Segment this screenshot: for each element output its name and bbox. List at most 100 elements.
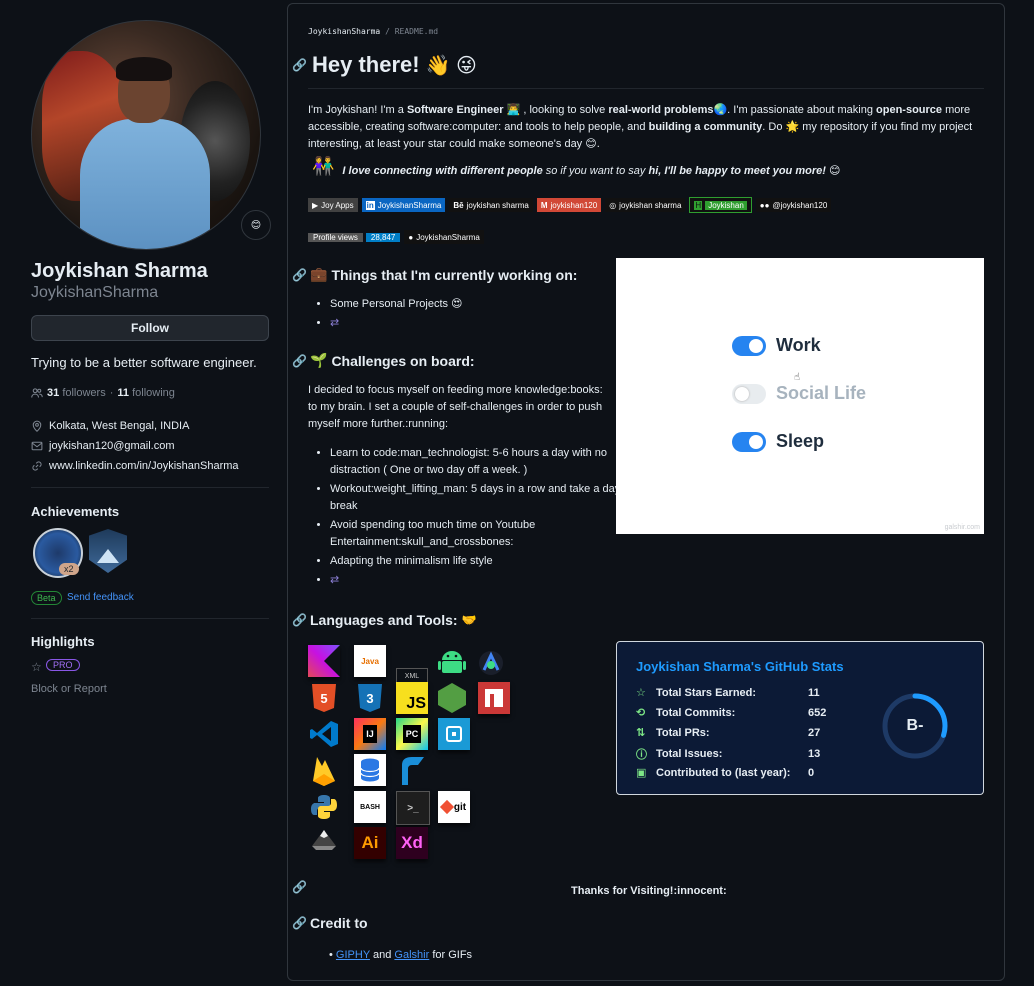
intro-paragraph: I'm Joykishan! I'm a Software Engineer 👨… xyxy=(308,104,973,150)
firebase-icon[interactable] xyxy=(308,754,340,786)
location-icon xyxy=(31,420,43,432)
avatar[interactable] xyxy=(31,20,261,250)
sleep-toggle xyxy=(732,432,766,452)
html5-icon[interactable]: 5 xyxy=(308,682,340,714)
bash-icon[interactable]: BASH xyxy=(354,791,386,823)
list-item: Some Personal Projects 😍 xyxy=(330,296,620,313)
list-item: Learn to code:man_technologist: 5-6 hour… xyxy=(330,445,632,479)
database-icon[interactable] xyxy=(354,754,386,786)
npm-icon[interactable] xyxy=(478,682,510,714)
anchor-link-icon[interactable]: 🔗 xyxy=(292,354,307,368)
android-studio-icon[interactable] xyxy=(478,650,504,676)
work-toggle xyxy=(732,336,766,356)
nodejs-icon[interactable] xyxy=(436,682,468,714)
giphy-link[interactable]: GIPHY xyxy=(336,949,370,961)
rank-grade: B- xyxy=(906,717,924,734)
list-item: Adapting the minimalism life style xyxy=(330,553,632,570)
profile-username: JoykishanSharma xyxy=(31,284,159,301)
following-link[interactable]: 11 following xyxy=(117,387,175,399)
inkscape-icon[interactable] xyxy=(308,827,340,859)
social-life-label: Social Life xyxy=(776,383,867,403)
badge-stackshare[interactable]: ◎ joykishan sharma xyxy=(605,198,686,212)
galshir-link[interactable]: Galshir xyxy=(394,949,429,961)
kotlin-icon[interactable] xyxy=(308,645,340,677)
github-icon: ● xyxy=(408,232,414,242)
illustrator-icon[interactable]: Ai xyxy=(354,827,386,859)
cursor-icon: ☝ xyxy=(794,372,801,383)
badge-hackerrank[interactable]: H Joykishan xyxy=(689,197,752,213)
medium-icon: ●● xyxy=(759,200,770,210)
achievement-badge-yolo[interactable] xyxy=(89,529,127,573)
credit-list-item: • GIPHY and Galshir for GIFs xyxy=(329,949,473,961)
anchor-link-icon[interactable]: 🔗 xyxy=(292,58,307,72)
profile-bio: Trying to be a better software engineer. xyxy=(31,355,257,370)
status-button[interactable]: 😊 xyxy=(241,210,271,240)
anchor-link-icon[interactable]: 🔗 xyxy=(292,916,307,930)
intellij-icon[interactable]: IJ xyxy=(354,718,386,750)
linkedin-icon: in xyxy=(365,200,375,210)
arrows-gif-icon: ⇄ xyxy=(330,574,340,586)
badge-github[interactable]: ● JoykishanSharma xyxy=(404,230,484,244)
python-icon[interactable] xyxy=(308,791,340,823)
stat-row: ▣ Contributed to (last year): 0 xyxy=(636,766,815,780)
profile-views-badge: Profile views 28,847 xyxy=(308,230,401,244)
adobe-xd-icon[interactable]: Xd xyxy=(396,827,428,859)
behance-icon: Bē xyxy=(453,200,464,210)
working-heading: 🔗 💼 Things that I'm currently working on: xyxy=(292,266,578,283)
thanks-text: Thanks for Visiting!:innocent: xyxy=(571,885,727,897)
challenges-list: Learn to code:man_technologist: 5-6 hour… xyxy=(308,445,632,591)
badge-behance[interactable]: Bē joykishan sharma xyxy=(449,198,533,212)
java-icon[interactable]: Java xyxy=(354,645,386,677)
block-or-report-link[interactable]: Block or Report xyxy=(31,683,107,695)
pycharm-icon[interactable]: PC xyxy=(396,718,428,750)
badge-medium[interactable]: ●● @joykishan120 xyxy=(755,198,832,212)
divider xyxy=(31,618,269,619)
pro-badge: PRO xyxy=(46,659,80,671)
work-label: Work xyxy=(776,335,821,355)
anchor-link-icon[interactable]: 🔗 xyxy=(292,268,307,282)
follow-counts: 31 followers · 11 following xyxy=(31,387,175,399)
toggle-animation-gif: Work Social Life Sleep ☝ galshir.com xyxy=(616,258,984,534)
location-row: Kolkata, West Bengal, INDIA xyxy=(31,420,189,432)
badge-linkedin[interactable]: in JoykishanSharma xyxy=(361,198,446,212)
git-icon[interactable]: git xyxy=(438,791,470,823)
working-list: Some Personal Projects 😍 ⇄ xyxy=(308,296,620,334)
codepen-icon[interactable] xyxy=(438,718,470,750)
email-row[interactable]: joykishan120@gmail.com xyxy=(31,440,175,452)
breadcrumb: JoykishanSharma / README.md xyxy=(308,27,439,36)
terminal-icon[interactable]: >_ xyxy=(396,791,430,825)
website-row[interactable]: www.linkedin.com/in/JoykishanSharma xyxy=(31,460,239,472)
issue-icon: ⓘ xyxy=(636,749,647,761)
followers-link[interactable]: 31 followers xyxy=(47,387,106,399)
svg-text:5: 5 xyxy=(320,691,327,706)
list-item: ⇄ xyxy=(330,315,620,332)
handshake-icon: 🤝 xyxy=(461,613,477,627)
breadcrumb-user-link[interactable]: JoykishanSharma xyxy=(308,27,380,36)
list-item: Workout:weight_lifting_man: 5 days in a … xyxy=(330,481,632,515)
css3-icon[interactable]: 3 xyxy=(354,682,386,714)
social-life-toggle xyxy=(732,384,766,404)
people-emoji: 👫 xyxy=(312,156,335,176)
stat-row: ⇅ Total PRs: 27 xyxy=(636,726,821,740)
sleep-label: Sleep xyxy=(776,431,825,451)
anchor-link-icon[interactable]: 🔗 xyxy=(292,613,307,627)
vscode-icon[interactable] xyxy=(308,718,340,750)
badge-gmail[interactable]: Mjoykishan120 xyxy=(536,198,602,212)
android-icon[interactable] xyxy=(436,645,468,677)
highlights-heading: Highlights xyxy=(31,634,95,649)
badge-play-store[interactable]: ▶ Joy Apps xyxy=(308,198,358,212)
divider xyxy=(308,88,984,89)
send-feedback-link[interactable]: Send feedback xyxy=(67,592,134,603)
follow-button[interactable]: Follow xyxy=(31,315,269,341)
stat-row: ⓘ Total Issues: 13 xyxy=(636,748,821,761)
star-icon: ☆ xyxy=(31,660,42,674)
repo-icon: ▣ xyxy=(636,767,647,779)
realm-icon[interactable] xyxy=(396,754,428,786)
anchor-link-icon[interactable]: 🔗 xyxy=(292,880,307,894)
readme-title: 🔗 Hey there! 👋 😜 xyxy=(292,52,477,77)
javascript-icon[interactable]: JS xyxy=(396,682,428,714)
github-stats-card: Joykishan Sharma's GitHub Stats ☆ Total S… xyxy=(616,641,984,795)
gif-credit: galshir.com xyxy=(944,524,980,531)
divider xyxy=(31,487,269,488)
arrows-gif-icon: ⇄ xyxy=(330,317,340,329)
